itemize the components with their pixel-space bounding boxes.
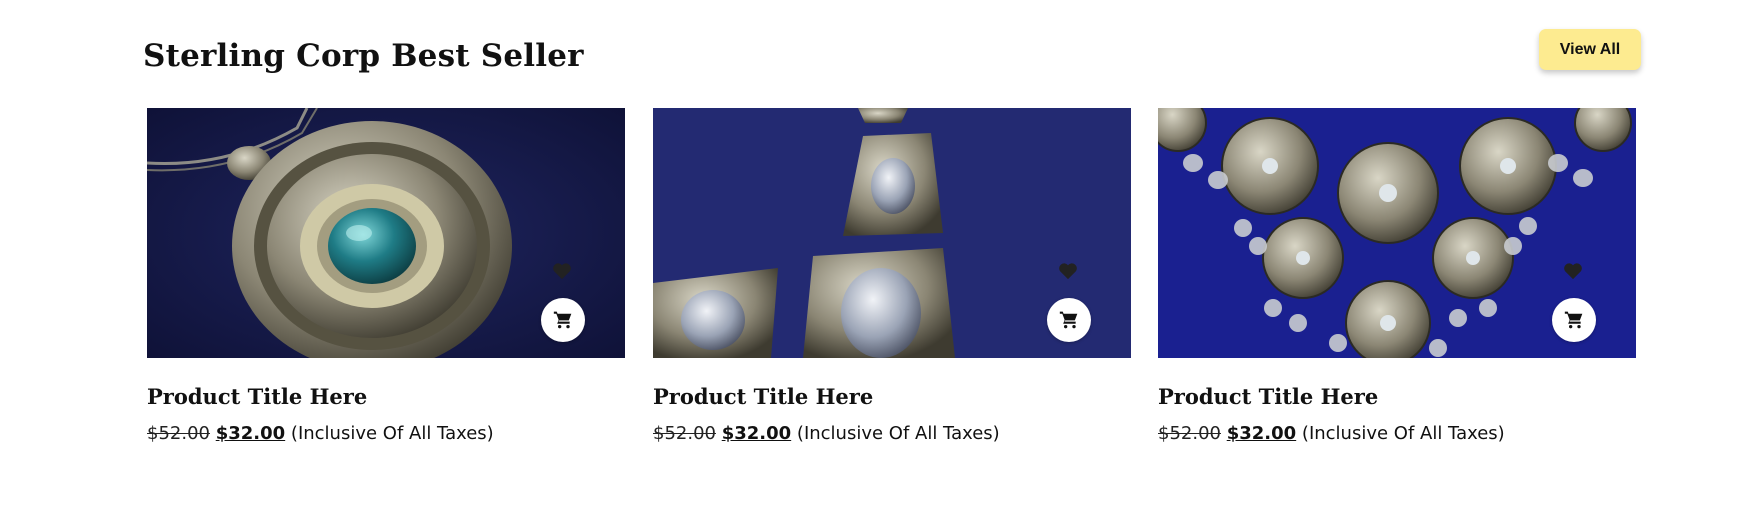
price-row: $52.00 $32.00 (Inclusive Of All Taxes) bbox=[1158, 423, 1636, 444]
tax-note: (Inclusive Of All Taxes) bbox=[1301, 423, 1505, 444]
new-price: $32.00 bbox=[215, 423, 286, 444]
add-to-cart-button[interactable] bbox=[1047, 298, 1091, 342]
add-to-cart-button[interactable] bbox=[541, 298, 585, 342]
tax-note: (Inclusive Of All Taxes) bbox=[796, 423, 1000, 444]
price-row: $52.00 $32.00 (Inclusive Of All Taxes) bbox=[147, 423, 625, 444]
product-image[interactable] bbox=[147, 108, 625, 358]
product-card[interactable]: Product Title Here $52.00 $32.00 (Inclus… bbox=[1158, 108, 1636, 444]
cart-icon bbox=[553, 311, 572, 329]
product-image[interactable] bbox=[1158, 108, 1636, 358]
old-price: $52.00 bbox=[653, 423, 716, 444]
product-card[interactable]: Product Title Here $52.00 $32.00 (Inclus… bbox=[653, 108, 1131, 444]
new-price: $32.00 bbox=[1226, 423, 1297, 444]
add-to-cart-button[interactable] bbox=[1552, 298, 1596, 342]
heart-icon[interactable] bbox=[1058, 262, 1078, 280]
heart-icon[interactable] bbox=[1563, 262, 1583, 280]
section-title: Sterling Corp Best Seller bbox=[143, 38, 584, 74]
product-title[interactable]: Product Title Here bbox=[147, 384, 625, 409]
product-image[interactable] bbox=[653, 108, 1131, 358]
view-all-button[interactable]: View All bbox=[1539, 29, 1641, 70]
best-seller-section: Sterling Corp Best Seller View All Produ… bbox=[0, 0, 1754, 508]
new-price: $32.00 bbox=[721, 423, 792, 444]
price-row: $52.00 $32.00 (Inclusive Of All Taxes) bbox=[653, 423, 1131, 444]
product-card[interactable]: Product Title Here $52.00 $32.00 (Inclus… bbox=[147, 108, 625, 444]
product-title[interactable]: Product Title Here bbox=[1158, 384, 1636, 409]
tax-note: (Inclusive Of All Taxes) bbox=[290, 423, 494, 444]
product-title[interactable]: Product Title Here bbox=[653, 384, 1131, 409]
old-price: $52.00 bbox=[147, 423, 210, 444]
cart-icon bbox=[1564, 311, 1583, 329]
old-price: $52.00 bbox=[1158, 423, 1221, 444]
cart-icon bbox=[1059, 311, 1078, 329]
heart-icon[interactable] bbox=[552, 262, 572, 280]
